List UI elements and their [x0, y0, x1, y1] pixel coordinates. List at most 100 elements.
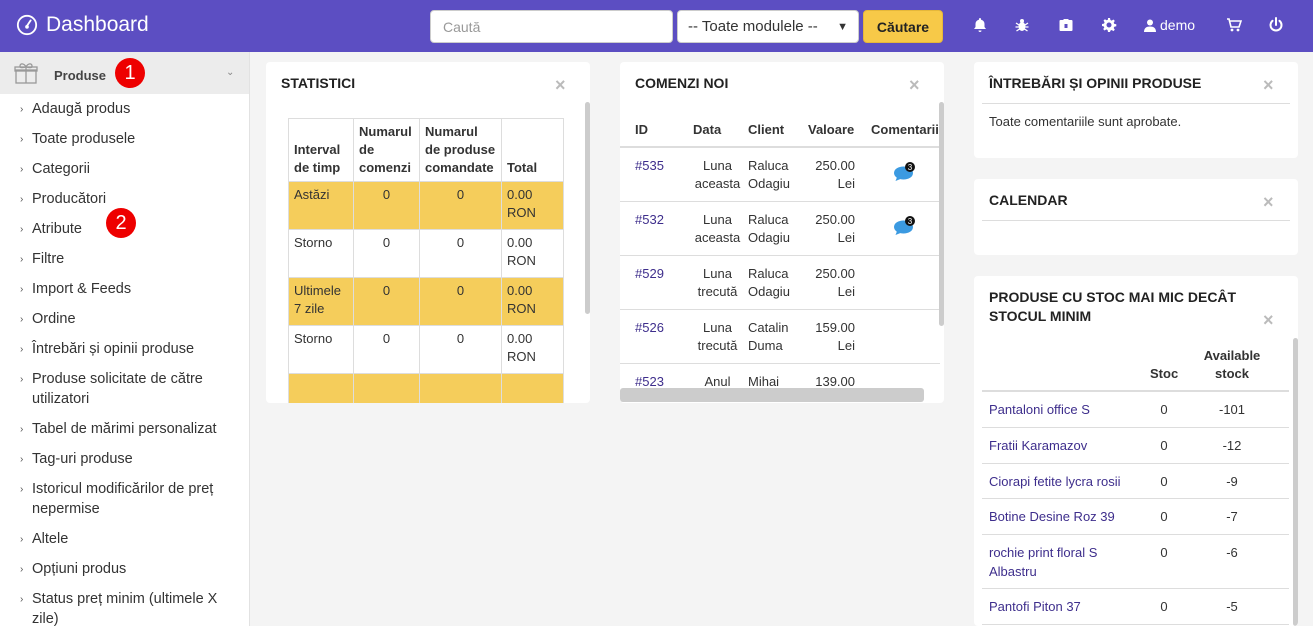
close-icon[interactable]: × [1263, 311, 1274, 329]
table-cell: 0.00 RON [501, 325, 564, 374]
statistics-card: STATISTICI × Interval de timp Numarul de… [266, 62, 590, 403]
vertical-scrollbar[interactable] [1293, 338, 1298, 626]
table-row[interactable]: #529 Luna trecută Raluca Odagiu 250.00 L… [620, 256, 940, 310]
sidebar-item[interactable]: › Atribute [20, 219, 245, 240]
calendar-card: CALENDAR × [974, 179, 1298, 255]
table-cell: 0.00 RON [501, 181, 564, 230]
table-header: Numarul de produse comandate [419, 118, 502, 182]
statistics-title: STATISTICI [281, 75, 356, 91]
table-cell: 0.00 RON [501, 229, 564, 278]
sidebar-item[interactable]: › Tabel de mărimi personalizat [20, 419, 245, 440]
product-link[interactable]: Pantaloni office S [989, 400, 1139, 419]
table-row: rochie print floral S Albastru 0 -6 [982, 535, 1289, 589]
table-row[interactable]: #526 Luna trecută Catalin Duma 159.00 Le… [620, 310, 940, 364]
table-cell: 0 [419, 277, 502, 326]
chevron-right-icon: › [20, 224, 24, 235]
product-link[interactable]: rochie print floral S Albastru [989, 543, 1139, 581]
brand[interactable]: Dashboard [16, 13, 149, 37]
chat-count: 3 [908, 163, 913, 172]
table-cell: 0 [419, 325, 502, 374]
close-icon[interactable]: × [1263, 193, 1274, 211]
bell-icon[interactable] [971, 16, 989, 34]
low-stock-card: PRODUSE CU STOC MAI MIC DECÂT STOCUL MIN… [974, 276, 1298, 626]
chat-icon[interactable]: 3 [892, 216, 918, 238]
table-row[interactable]: #532 Luna aceasta Raluca Odagiu 250.00 L… [620, 202, 940, 256]
chevron-right-icon: › [20, 564, 24, 575]
chat-count: 3 [908, 217, 913, 226]
order-date: Luna trecută [697, 266, 738, 299]
order-date: Luna trecută [697, 320, 738, 353]
chevron-right-icon: › [20, 534, 24, 545]
order-id-link[interactable]: #526 [635, 319, 664, 337]
order-id-link[interactable]: #532 [635, 211, 664, 229]
available-stock-value: -9 [1226, 474, 1238, 489]
cart-icon[interactable] [1225, 16, 1243, 34]
table-row: Storno 0 0 0.00 RON [288, 229, 564, 278]
chevron-right-icon: › [20, 104, 24, 115]
chat-icon[interactable]: 3 [892, 162, 918, 184]
table-cell: 0 [419, 181, 502, 230]
close-icon[interactable]: × [909, 76, 920, 94]
horizontal-scrollbar[interactable] [620, 388, 924, 402]
stock-value: 0 [1160, 438, 1168, 453]
table-cell: 0 [353, 181, 420, 230]
module-select[interactable]: -- Toate modulele -- ▼ [677, 10, 859, 43]
table-header: Data [693, 122, 722, 137]
chevron-right-icon: › [20, 284, 24, 295]
power-icon[interactable] [1267, 16, 1285, 34]
user-menu[interactable]: demo [1144, 17, 1195, 33]
vertical-scrollbar[interactable] [939, 102, 944, 326]
table-cell: 0 [353, 229, 420, 278]
order-date: Luna aceasta [694, 212, 741, 245]
chevron-down-icon[interactable]: ⌄ [226, 67, 234, 78]
gift-icon [14, 63, 38, 84]
sidebar-item[interactable]: › Producători [20, 189, 245, 210]
table-cell: Astăzi [288, 181, 354, 230]
sidebar-item[interactable]: › Status preț minim (ultimele X zile) [20, 589, 245, 626]
available-stock-value: -12 [1222, 438, 1242, 453]
order-value: 250.00 Lei [815, 212, 855, 245]
order-value: 250.00 Lei [815, 158, 855, 191]
stock-value: 0 [1160, 509, 1168, 524]
stock-value: 0 [1160, 545, 1168, 560]
table-row: Ciorapi fetite lycra rosii 0 -9 [982, 464, 1289, 499]
product-link[interactable]: Fratii Karamazov [989, 436, 1139, 455]
vertical-scrollbar[interactable] [585, 102, 590, 314]
close-icon[interactable]: × [555, 76, 566, 94]
gear-icon[interactable] [1100, 16, 1118, 34]
table-row[interactable]: #535 Luna aceasta Raluca Odagiu 250.00 L… [620, 148, 940, 202]
chevron-right-icon: › [20, 134, 24, 145]
sidebar-item[interactable]: › Tag-uri produse [20, 449, 245, 470]
sidebar-item[interactable]: › Import & Feeds [20, 279, 245, 300]
sidebar-item[interactable]: › Întrebări și opinii produse [20, 339, 245, 360]
table-header: Client [748, 122, 785, 137]
chevron-right-icon: › [20, 164, 24, 175]
sidebar-item[interactable]: › Adaugă produs [20, 99, 245, 120]
order-client: Raluca Odagiu [748, 266, 790, 299]
product-link[interactable]: Pantofi Piton 37 [989, 597, 1139, 616]
sidebar-item[interactable]: › Altele [20, 529, 245, 550]
sidebar-item[interactable]: › Filtre [20, 249, 245, 270]
sidebar-item[interactable]: › Categorii [20, 159, 245, 180]
product-link[interactable]: Ciorapi fetite lycra rosii [989, 472, 1139, 491]
sidebar-item[interactable]: › Ordine [20, 309, 245, 330]
order-value: 250.00 Lei [815, 266, 855, 299]
order-id-link[interactable]: #529 [635, 265, 664, 283]
sidebar-item[interactable]: › Toate produsele [20, 129, 245, 150]
table-header: Numarul de comenzi [353, 118, 420, 182]
sidebar-item[interactable]: › Istoricul modificărilor de preț nepermi… [20, 479, 245, 519]
sidebar-item[interactable]: › Produse solicitate de către utilizatori [20, 369, 245, 409]
search-button[interactable]: Căutare [863, 10, 943, 43]
order-id-link[interactable]: #535 [635, 157, 664, 175]
chevron-right-icon: › [20, 424, 24, 435]
close-icon[interactable]: × [1263, 76, 1274, 94]
annotation-badge-1: 1 [115, 58, 145, 88]
search-input[interactable] [430, 10, 673, 43]
table-row [288, 373, 564, 403]
sidebar-item[interactable]: › Opțiuni produs [20, 559, 245, 580]
bug-icon[interactable] [1013, 16, 1031, 34]
app-title: Dashboard [46, 13, 149, 36]
order-client: Raluca Odagiu [748, 212, 790, 245]
product-link[interactable]: Botine Desine Roz 39 [989, 507, 1139, 526]
briefcase-icon[interactable] [1057, 16, 1075, 34]
